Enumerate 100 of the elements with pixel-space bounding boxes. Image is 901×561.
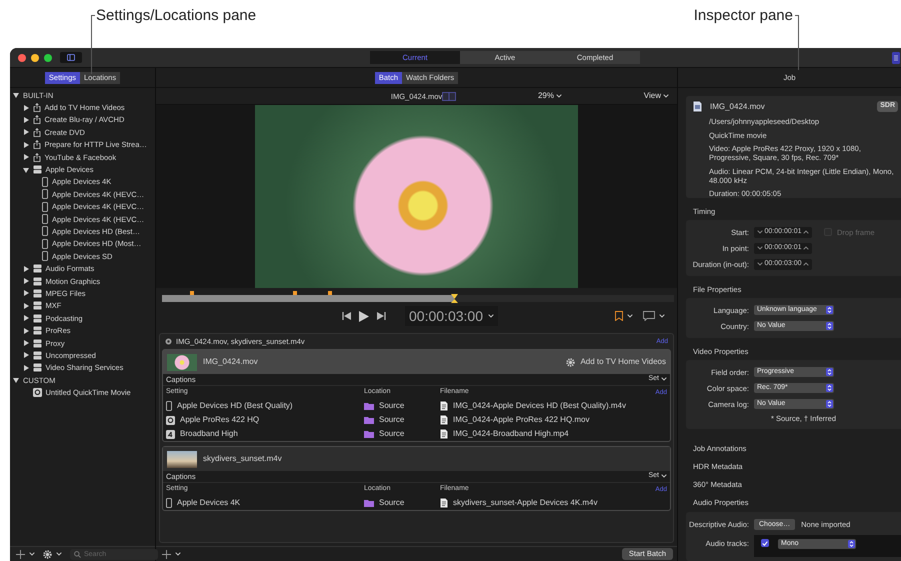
timecode-display[interactable]: 00:00:03:00 [405,306,498,326]
table-cell: Source [379,429,404,439]
phone-icon [42,226,48,236]
disclosure-triangle-icon[interactable] [13,377,19,384]
popup-arrows-icon [826,384,833,392]
stack-icon [32,363,42,372]
add-icon[interactable] [162,550,171,558]
table-cell: IMG_0424-Broadband High.mp4 [453,429,569,439]
disclosure-triangle-icon[interactable] [22,129,28,136]
share-icon [32,115,40,124]
search-icon [74,550,81,558]
table-cell: Apple Devices 4K [177,498,240,508]
marker-icon[interactable] [328,291,332,295]
disclosure-triangle-icon[interactable] [22,290,28,296]
stack-icon [32,350,42,360]
disclosure-triangle-icon[interactable] [22,278,28,284]
source-file-name: skydivers_sunset.m4v [203,454,282,464]
settings-icon[interactable] [43,550,52,558]
bookmark-icon[interactable] [615,311,623,321]
file-name: IMG_0424.mov [710,102,765,112]
phone-icon [42,189,48,200]
disc-icon [165,338,172,345]
document-icon [440,415,448,425]
share-icon [32,152,40,162]
popup-arrows-icon [826,368,833,376]
folder-icon [364,499,374,507]
checkbox[interactable] [761,539,769,547]
popup-arrows-icon [848,540,855,548]
source-file-name: IMG_0424.mov [203,357,258,367]
popup-arrows-icon [826,306,833,314]
chevron-down-icon[interactable] [757,262,763,266]
marker-icon[interactable] [190,291,194,295]
disclosure-triangle-icon[interactable] [22,116,28,123]
share-icon [32,140,40,150]
disclosure-triangle-icon[interactable] [22,352,28,358]
disclosure-triangle-icon[interactable] [22,328,28,334]
table-cell: Broadband High [180,429,238,439]
close-button[interactable] [18,54,26,62]
chevron-down-icon [662,94,669,98]
phone-icon [42,176,48,187]
share-icon [32,128,40,137]
phone-icon [42,214,48,224]
chevron-down-icon[interactable] [757,230,763,234]
inspector-toggle-icon[interactable] [892,52,900,64]
chevron-down-icon[interactable] [659,314,665,318]
chevron-down-icon [661,474,667,478]
chevron-up-icon[interactable] [802,262,809,266]
chevron-down-icon [488,314,494,318]
disclosure-triangle-icon[interactable] [22,315,28,322]
table-cell: Source [379,401,404,411]
document-icon [440,401,448,411]
chevron-down-icon[interactable] [175,552,181,556]
minimize-button[interactable] [31,54,39,62]
caption-icon[interactable] [643,311,655,321]
callout-label: Settings/Locations pane [96,7,256,25]
chevron-up-icon[interactable] [802,230,809,234]
table-cell: Apple Devices HD (Best Quality) [177,401,293,411]
zoom-menu[interactable]: 29% [538,91,562,101]
stack-icon [32,301,42,310]
disclosure-triangle-icon[interactable] [22,142,28,148]
phone-icon [166,498,172,508]
disclosure-triangle-icon[interactable] [22,364,28,371]
sidebar-toggle-icon[interactable] [60,52,82,63]
stack-icon [32,338,42,348]
add-icon[interactable] [16,550,25,558]
disclosure-triangle-icon[interactable] [22,266,28,272]
marker-icon[interactable] [292,291,297,295]
stack-icon [32,264,42,274]
share-icon [32,103,40,112]
disclosure-triangle-icon[interactable] [13,92,19,98]
playhead-icon[interactable] [450,294,458,303]
stack-icon [32,326,42,336]
setting-name: Add to TV Home Videos [580,357,666,367]
settings-icon[interactable] [566,358,576,366]
stack-icon [32,165,42,174]
chevron-up-icon[interactable] [802,246,809,250]
job-header[interactable]: IMG_0424.mov Add to TV Home Videos [163,350,670,374]
table-cell: skydivers_sunset-Apple Devices 4K.m4v [453,498,598,508]
job-header[interactable]: skydivers_sunset.m4v [163,447,670,471]
phone-icon [42,238,48,249]
chevron-down-icon[interactable] [627,314,633,318]
disclosure-triangle-icon[interactable] [22,104,28,111]
stack-icon [32,314,42,323]
thumbnail-placeholder [167,354,197,370]
disclosure-triangle-icon[interactable] [22,340,28,346]
disclosure-triangle-icon[interactable] [22,166,28,173]
phone-icon [42,202,48,212]
disclosure-triangle-icon[interactable] [22,302,28,309]
view-menu[interactable]: View [644,91,669,101]
table-cell: Source [379,415,404,425]
chevron-down-icon[interactable] [56,552,62,556]
disclosure-triangle-icon[interactable] [22,154,28,160]
zoom-button[interactable] [44,54,52,62]
table-cell: Apple ProRes 422 HQ [180,415,260,425]
quicktime-icon [32,388,42,398]
file-icon [693,101,702,112]
chevron-down-icon[interactable] [757,246,763,250]
stack-icon [32,288,42,298]
table-cell: IMG_0424-Apple ProRes 422 HQ.mov [453,415,590,425]
chevron-down-icon[interactable] [29,552,35,556]
